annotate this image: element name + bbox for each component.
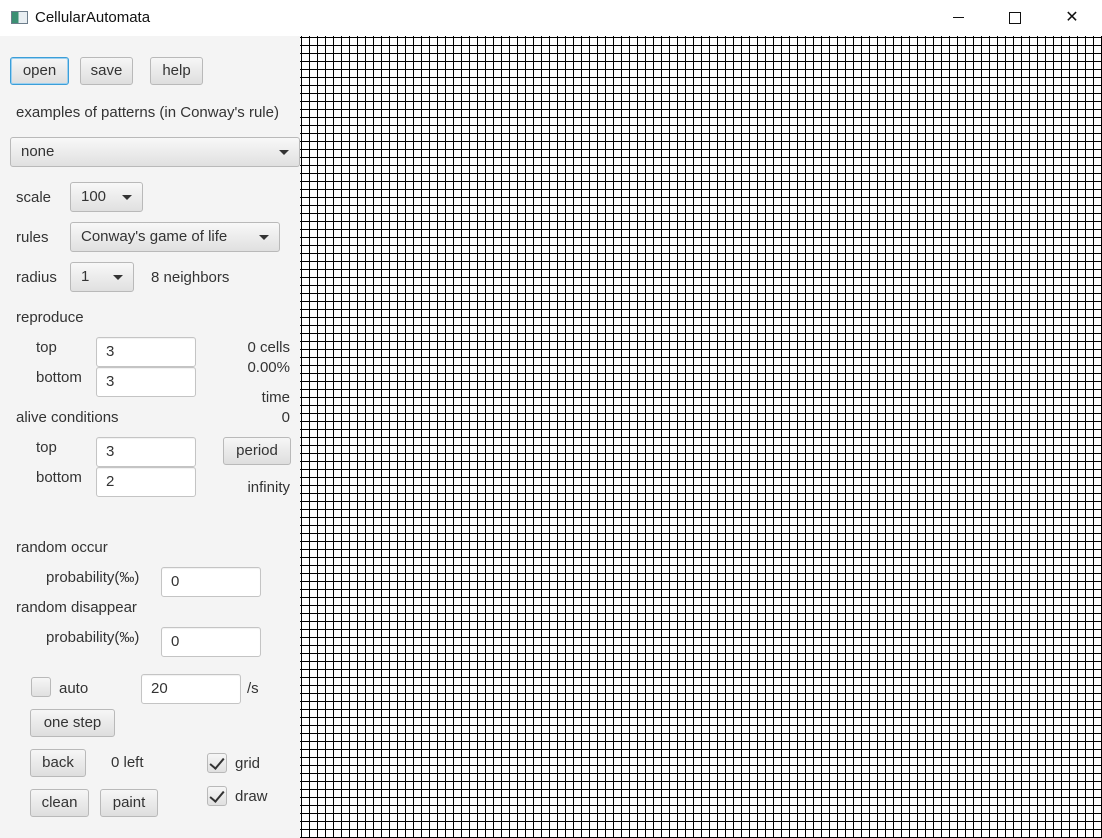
period-button[interactable]: period [223,437,291,465]
cell-percent: 0.00% [247,359,290,376]
auto-checkbox[interactable] [31,677,51,697]
neighbors-text: 8 neighbors [151,269,230,286]
chevron-down-icon [113,275,123,280]
grid-checkbox[interactable] [207,753,227,773]
automaton-grid-canvas[interactable] [300,36,1102,838]
radius-selected: 1 [81,268,90,285]
maximize-button[interactable] [992,0,1038,36]
undo-left-text: 0 left [111,754,144,771]
alive-bottom-input[interactable]: 2 [96,467,196,497]
scale-dropdown[interactable]: 100 [70,182,143,212]
close-button[interactable]: ✕ [1049,0,1095,36]
help-button[interactable]: help [150,57,203,85]
one-step-button[interactable]: one step [30,709,115,737]
app-icon [11,11,28,24]
window-title: CellularAutomata [35,9,151,26]
chevron-down-icon [259,235,269,240]
patterns-dropdown[interactable]: none [10,137,300,167]
draw-checkbox[interactable] [207,786,227,806]
random-occur-label: random occur [16,539,108,556]
chevron-down-icon [122,195,132,200]
reproduce-bottom-label: bottom [36,369,82,386]
maximize-icon [1009,11,1021,24]
reproduce-bottom-input[interactable]: 3 [96,367,196,397]
paint-button[interactable]: paint [100,789,158,817]
patterns-selected: none [21,143,55,160]
alive-bottom-label: bottom [36,469,82,486]
alive-top-input[interactable]: 3 [96,437,196,467]
rules-selected: Conway's game of life [81,228,228,245]
auto-label: auto [59,680,89,697]
minimize-button[interactable] [935,0,981,36]
save-button[interactable]: save [80,57,133,85]
auto-rate-unit: /s [247,680,259,697]
scale-selected: 100 [81,188,107,205]
reproduce-top-input[interactable]: 3 [96,337,196,367]
scale-label: scale [16,189,52,206]
minimize-icon [952,17,964,19]
chevron-down-icon [279,150,289,155]
checkmark-icon [209,787,225,803]
period-value: infinity [247,479,290,496]
patterns-label: examples of patterns (in Conway's rule) [16,104,279,121]
checkmark-icon [209,754,225,770]
time-value: 0 [281,409,290,426]
random-disappear-label: random disappear [16,599,137,616]
draw-label: draw [235,788,268,805]
grid-label: grid [235,755,261,772]
cell-count: 0 cells [247,339,290,356]
random-disappear-input[interactable]: 0 [161,627,261,657]
reproduce-top-label: top [36,339,57,356]
random-disappear-probability-label: probability(‰) [46,629,140,646]
radius-label: radius [16,269,57,286]
control-panel: open save help examples of patterns (in … [0,36,300,838]
title-bar: CellularAutomata ✕ [0,0,1102,36]
alive-top-label: top [36,439,57,456]
time-label: time [261,389,290,406]
radius-dropdown[interactable]: 1 [70,262,134,292]
rules-label: rules [16,229,49,246]
open-button[interactable]: open [10,57,69,85]
close-icon: ✕ [1065,9,1079,26]
auto-rate-input[interactable]: 20 [141,674,241,704]
random-occur-probability-label: probability(‰) [46,569,140,586]
back-button[interactable]: back [30,749,86,777]
rules-dropdown[interactable]: Conway's game of life [70,222,280,252]
reproduce-label: reproduce [16,309,84,326]
alive-conditions-label: alive conditions [16,409,119,426]
random-occur-input[interactable]: 0 [161,567,261,597]
clean-button[interactable]: clean [30,789,89,817]
